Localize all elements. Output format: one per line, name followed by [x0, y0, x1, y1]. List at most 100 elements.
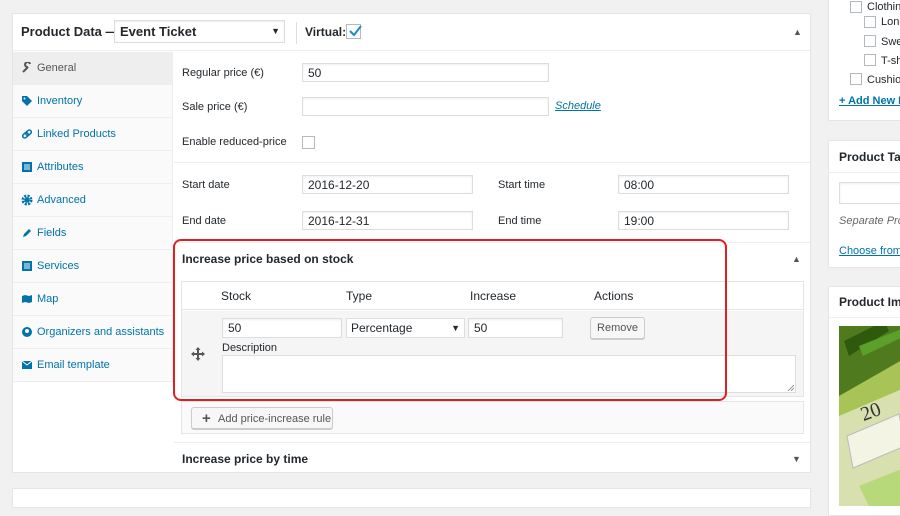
tab-attributes-label: Attributes	[37, 161, 84, 173]
stock-input[interactable]: 50	[222, 318, 342, 338]
tags-input[interactable]	[839, 182, 900, 204]
section-divider	[174, 162, 810, 163]
header-divider	[296, 22, 297, 44]
product-image-box: Product Ima 20	[828, 286, 900, 516]
tab-general-label: General	[37, 62, 77, 74]
choose-tags-link[interactable]: Choose from	[839, 245, 900, 257]
end-time-label: End time	[498, 215, 542, 227]
time-section-title[interactable]: Increase price by time	[182, 452, 308, 466]
expand-toggle-icon[interactable]: ▼	[792, 454, 801, 464]
list-icon	[22, 261, 32, 271]
column-stock: Stock	[221, 289, 252, 303]
tab-email-template-label: Email template	[37, 359, 110, 371]
tab-linked-products-label: Linked Products	[37, 128, 116, 140]
increase-input[interactable]: 50	[468, 318, 563, 338]
end-date-input[interactable]: 2016-12-31	[302, 211, 473, 230]
tab-organizers-label: Organizers and assistants	[37, 326, 165, 338]
product-data-tabs: General Inventory Linked Products Attrib…	[13, 52, 173, 382]
category-item: Swe	[881, 36, 900, 48]
category-checkbox[interactable]	[864, 35, 876, 47]
tab-map-label: Map	[37, 293, 59, 305]
category-item: Cushion	[867, 74, 900, 86]
product-data-header: Product Data — Event Ticket ▼ Virtual: ▲	[13, 14, 810, 51]
tab-inventory-label: Inventory	[37, 95, 83, 107]
category-checkbox[interactable]	[850, 73, 862, 85]
column-increase: Increase	[470, 289, 517, 303]
wrench-icon	[22, 62, 31, 73]
tab-linked-products[interactable]: Linked Products	[13, 118, 173, 151]
sale-price-input[interactable]	[302, 97, 549, 116]
product-data-metabox: Product Data — Event Ticket ▼ Virtual: ▲…	[12, 13, 811, 473]
end-time-input[interactable]: 19:00	[618, 211, 789, 230]
product-image[interactable]: 20	[839, 326, 900, 506]
product-data-title: Product Data —	[21, 24, 119, 39]
stock-section-title[interactable]: Increase price based on stock	[182, 252, 353, 266]
tags-hint: Separate Prod	[839, 215, 900, 227]
checkmark-icon	[349, 25, 362, 37]
reduced-price-label: Enable reduced-price	[182, 136, 287, 148]
start-time-label: Start time	[498, 179, 546, 191]
tab-attributes[interactable]: Attributes	[13, 151, 173, 184]
tab-fields-label: Fields	[37, 227, 67, 239]
map-icon	[22, 295, 32, 303]
tab-services[interactable]: Services	[13, 250, 173, 283]
virtual-label: Virtual:	[305, 25, 347, 39]
regular-price-input[interactable]: 50	[302, 63, 549, 82]
tab-map[interactable]: Map	[13, 283, 173, 316]
add-rule-bar: + Add price-increase rule	[181, 401, 804, 434]
category-checkbox[interactable]	[864, 16, 876, 28]
start-date-input[interactable]: 2016-12-20	[302, 175, 473, 194]
collapse-toggle-icon[interactable]: ▲	[793, 27, 802, 37]
product-tags-box: Product Tag Separate Prod Choose from	[828, 140, 900, 268]
move-icon[interactable]	[191, 347, 205, 361]
tab-fields[interactable]: Fields	[13, 217, 173, 250]
gear-icon	[21, 194, 33, 206]
end-date-label: End date	[182, 215, 227, 227]
category-item: Clothing	[867, 1, 900, 13]
collapse-toggle-icon[interactable]: ▲	[792, 254, 801, 264]
box-divider	[829, 172, 900, 173]
tab-email-template[interactable]: Email template	[13, 349, 173, 382]
type-select[interactable]: Percentage ▼	[346, 318, 465, 338]
section-divider	[174, 442, 810, 443]
tab-services-label: Services	[37, 260, 80, 272]
tab-advanced[interactable]: Advanced	[13, 184, 173, 217]
pencil-icon	[23, 229, 31, 237]
start-date-label: Start date	[182, 179, 230, 191]
column-actions: Actions	[594, 289, 634, 303]
chevron-down-icon: ▼	[271, 26, 280, 36]
reduced-price-checkbox[interactable]	[302, 136, 315, 149]
section-divider	[174, 242, 810, 243]
sale-price-label: Sale price (€)	[182, 101, 248, 113]
next-metabox	[12, 488, 811, 508]
regular-price-label: Regular price (€)	[182, 67, 264, 79]
product-type-select[interactable]: Event Ticket ▼	[114, 20, 285, 43]
product-categories-box: Clothing Long Swe T-sh Cushion + Add New…	[828, 0, 900, 121]
remove-button[interactable]: Remove	[590, 317, 645, 339]
resize-grip-icon[interactable]	[787, 384, 794, 391]
virtual-checkbox[interactable]	[346, 24, 362, 39]
add-rule-label: Add price-increase rule	[218, 413, 332, 425]
schedule-link[interactable]: Schedule	[555, 100, 601, 112]
add-price-increase-rule-button[interactable]: + Add price-increase rule	[191, 407, 333, 429]
category-checkbox[interactable]	[850, 1, 862, 13]
description-label: Description	[222, 342, 278, 354]
people-icon	[22, 327, 32, 337]
chevron-down-icon: ▼	[451, 323, 460, 333]
category-checkbox[interactable]	[864, 54, 876, 66]
tab-organizers[interactable]: Organizers and assistants	[13, 316, 173, 349]
list-icon	[22, 162, 32, 172]
box-divider	[829, 317, 900, 318]
product-image-title[interactable]: Product Ima	[839, 295, 900, 309]
tab-inventory[interactable]: Inventory	[13, 85, 173, 118]
stock-rules-table: Stock Type Increase Actions 50 Percentag…	[181, 281, 804, 397]
tab-general[interactable]: General	[13, 52, 173, 85]
category-item: Long	[881, 16, 900, 28]
description-textarea[interactable]	[222, 355, 796, 393]
product-tags-title[interactable]: Product Tag	[839, 150, 900, 164]
stock-rules-header: Stock Type Increase Actions	[182, 282, 803, 310]
plus-icon: +	[202, 410, 211, 427]
start-time-input[interactable]: 08:00	[618, 175, 789, 194]
add-new-category-link[interactable]: + Add New P	[839, 95, 900, 107]
tag-icon	[22, 96, 32, 106]
